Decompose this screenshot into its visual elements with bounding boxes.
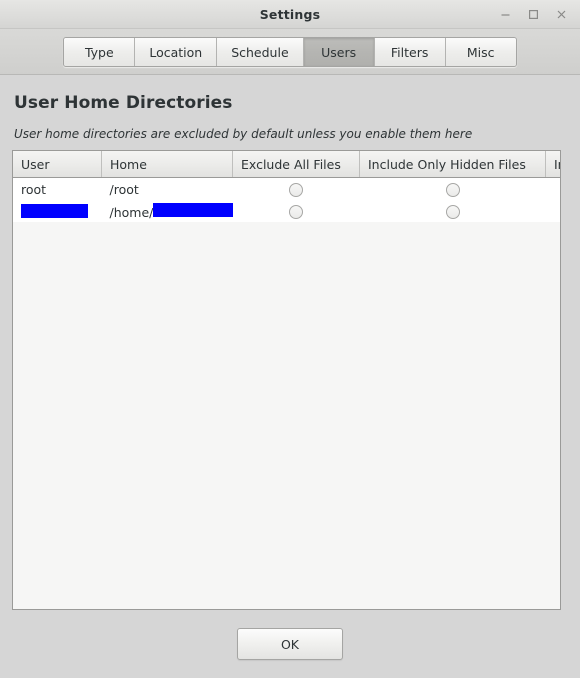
- content-area: User Home Directories User home director…: [0, 75, 580, 610]
- tab-filters[interactable]: Filters: [374, 38, 446, 66]
- cell-user: root: [13, 177, 102, 200]
- maximize-button[interactable]: [520, 3, 546, 25]
- radio-exclude-all-files[interactable]: [289, 204, 303, 219]
- users-table: User Home Exclude All Files Include Only…: [13, 151, 560, 222]
- minimize-button[interactable]: [492, 3, 518, 25]
- home-path-prefix: /home/: [109, 204, 154, 220]
- users-table-frame[interactable]: User Home Exclude All Files Include Only…: [12, 150, 561, 610]
- tabbar: Type Location Schedule Users Filters Mis…: [63, 37, 517, 67]
- radio-include-only-hidden-files[interactable]: [445, 182, 460, 197]
- tab-type[interactable]: Type: [64, 38, 136, 66]
- table-body: root /root /home/: [13, 177, 560, 222]
- page-title: User Home Directories: [14, 93, 233, 113]
- table-row[interactable]: /home/: [13, 200, 560, 222]
- table-row[interactable]: root /root: [13, 177, 560, 200]
- redacted-username: [21, 203, 88, 218]
- tabbar-container: Type Location Schedule Users Filters Mis…: [0, 29, 580, 75]
- minimize-icon: [500, 9, 511, 20]
- table-header: User Home Exclude All Files Include Only…: [13, 151, 560, 178]
- redacted-home-path: [153, 202, 233, 217]
- window-title: Settings: [259, 6, 321, 22]
- footer: OK: [0, 610, 580, 678]
- column-header-include-all-files[interactable]: Include All Files: [545, 151, 560, 178]
- settings-window: Settings Type Location Schedule Users Fi…: [0, 0, 580, 678]
- cell-exclude-all-files[interactable]: [232, 200, 360, 222]
- cell-user: [13, 200, 102, 222]
- tab-schedule[interactable]: Schedule: [217, 38, 304, 66]
- tab-misc[interactable]: Misc: [445, 38, 516, 66]
- ok-button[interactable]: OK: [237, 628, 343, 660]
- cell-home: /home/: [101, 200, 233, 222]
- table-header-row: User Home Exclude All Files Include Only…: [13, 151, 560, 178]
- cell-include-only-hidden-files[interactable]: [359, 177, 546, 200]
- tab-users[interactable]: Users: [303, 38, 375, 66]
- page-subtitle: User home directories are excluded by de…: [14, 127, 473, 141]
- cell-home: /root: [101, 177, 233, 200]
- column-header-home[interactable]: Home: [101, 151, 233, 178]
- column-header-user[interactable]: User: [13, 151, 102, 178]
- maximize-icon: [528, 9, 539, 20]
- cell-include-only-hidden-files[interactable]: [359, 200, 546, 222]
- window-controls: [492, 0, 574, 28]
- column-header-exclude-all-files[interactable]: Exclude All Files: [232, 151, 360, 178]
- close-icon: [556, 9, 567, 20]
- cell-include-all-files[interactable]: [545, 200, 560, 222]
- column-header-include-only-hidden-files[interactable]: Include Only Hidden Files: [359, 151, 546, 178]
- cell-exclude-all-files[interactable]: [232, 177, 360, 200]
- close-button[interactable]: [548, 3, 574, 25]
- tab-location[interactable]: Location: [135, 38, 218, 66]
- titlebar: Settings: [0, 0, 580, 29]
- radio-exclude-all-files[interactable]: [289, 182, 303, 197]
- cell-include-all-files[interactable]: [545, 177, 560, 200]
- radio-include-only-hidden-files[interactable]: [445, 204, 460, 219]
